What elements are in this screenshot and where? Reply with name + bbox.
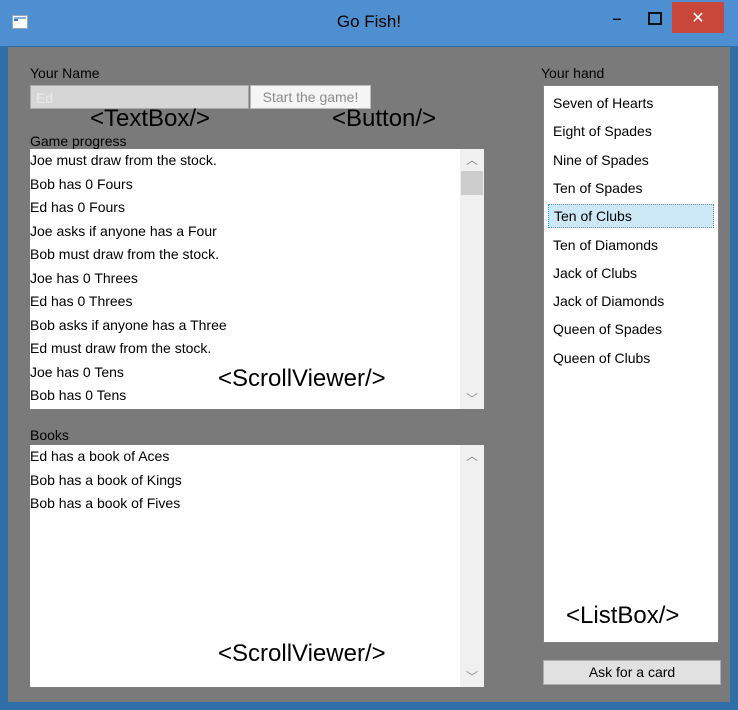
- hand-listbox[interactable]: Seven of Hearts Eight of Spades Nine of Sp…: [543, 85, 719, 643]
- hand-card-item[interactable]: Nine of Spades: [553, 148, 649, 172]
- button-annotation: <Button/>: [332, 105, 437, 132]
- hand-card-item[interactable]: Jack of Diamonds: [553, 289, 664, 313]
- progress-line: Ed has 0 Fours: [30, 199, 125, 215]
- progress-line: Bob must draw from the stock.: [30, 246, 220, 262]
- maximize-icon[interactable]: [640, 8, 666, 30]
- books-line: Bob has a book of Kings: [30, 471, 182, 488]
- close-icon[interactable]: ✕: [672, 2, 724, 33]
- your-hand-label: Your hand: [541, 65, 605, 81]
- books-line: Ed has a book of Aces: [30, 448, 170, 464]
- progress-line: Joe must draw from the stock.: [30, 152, 217, 168]
- hand-card-item[interactable]: Queen of Spades: [553, 317, 662, 341]
- progress-line: Joe has 0 Threes: [30, 269, 138, 286]
- progress-line: Ed must draw from the stock.: [30, 340, 212, 356]
- hand-card-item[interactable]: Seven of Hearts: [553, 91, 653, 115]
- books-line: Bob has a book of Fives: [30, 495, 181, 511]
- hand-card-item[interactable]: Eight of Spades: [553, 119, 652, 143]
- progress-line: Bob has 0 Fours: [30, 175, 133, 192]
- game-progress-label: Game progress: [30, 133, 127, 149]
- scroll-thumb[interactable]: [461, 171, 483, 195]
- go-fish-window: Go Fish! – ✕ Your Name Ed Start the game…: [0, 0, 738, 710]
- progress-line: Ed has 0 Threes: [30, 293, 133, 309]
- progress-line: Ed asks if anyone has a Ten: [30, 408, 227, 410]
- progress-line: Bob asks if anyone has a Three: [30, 316, 227, 333]
- listbox-annotation: <ListBox/>: [566, 602, 680, 629]
- title-bar[interactable]: Go Fish! – ✕: [0, 0, 738, 46]
- scrollviewer-annotation-progress: <ScrollViewer/>: [218, 365, 386, 392]
- hand-card-item[interactable]: Ten of Clubs: [548, 204, 714, 229]
- books-lines: Ed has a book of Aces Bob has a book of K…: [30, 445, 182, 516]
- progress-line: Bob has 0 Tens: [30, 387, 127, 403]
- game-progress-lines: Joe must draw from the stock. Bob has 0 F…: [30, 149, 227, 409]
- minimize-icon[interactable]: –: [604, 8, 630, 30]
- game-progress-scrollbar[interactable]: ︿ ﹀: [460, 149, 484, 409]
- progress-line: Joe asks if anyone has a Four: [30, 222, 217, 239]
- hand-card-item[interactable]: Ten of Spades: [553, 176, 643, 200]
- client-area: Your Name Ed Start the game! <TextBox/> …: [8, 47, 730, 702]
- books-label: Books: [30, 427, 69, 443]
- your-name-label: Your Name: [30, 65, 100, 81]
- ask-for-card-button[interactable]: Ask for a card: [543, 660, 721, 685]
- books-scrollbar[interactable]: ︿ ﹀: [460, 445, 484, 687]
- textbox-annotation: <TextBox/>: [90, 105, 211, 132]
- hand-card-item[interactable]: Ten of Diamonds: [553, 233, 658, 257]
- chevron-up-icon[interactable]: ︿: [460, 447, 484, 464]
- chevron-down-icon[interactable]: ﹀: [460, 668, 484, 685]
- chevron-down-icon[interactable]: ﹀: [460, 390, 484, 407]
- chevron-up-icon[interactable]: ︿: [460, 151, 484, 168]
- scrollviewer-annotation-books: <ScrollViewer/>: [218, 640, 386, 667]
- hand-card-item[interactable]: Jack of Clubs: [553, 261, 637, 285]
- progress-line: Joe has 0 Tens: [30, 363, 124, 380]
- hand-card-item[interactable]: Queen of Clubs: [553, 346, 650, 370]
